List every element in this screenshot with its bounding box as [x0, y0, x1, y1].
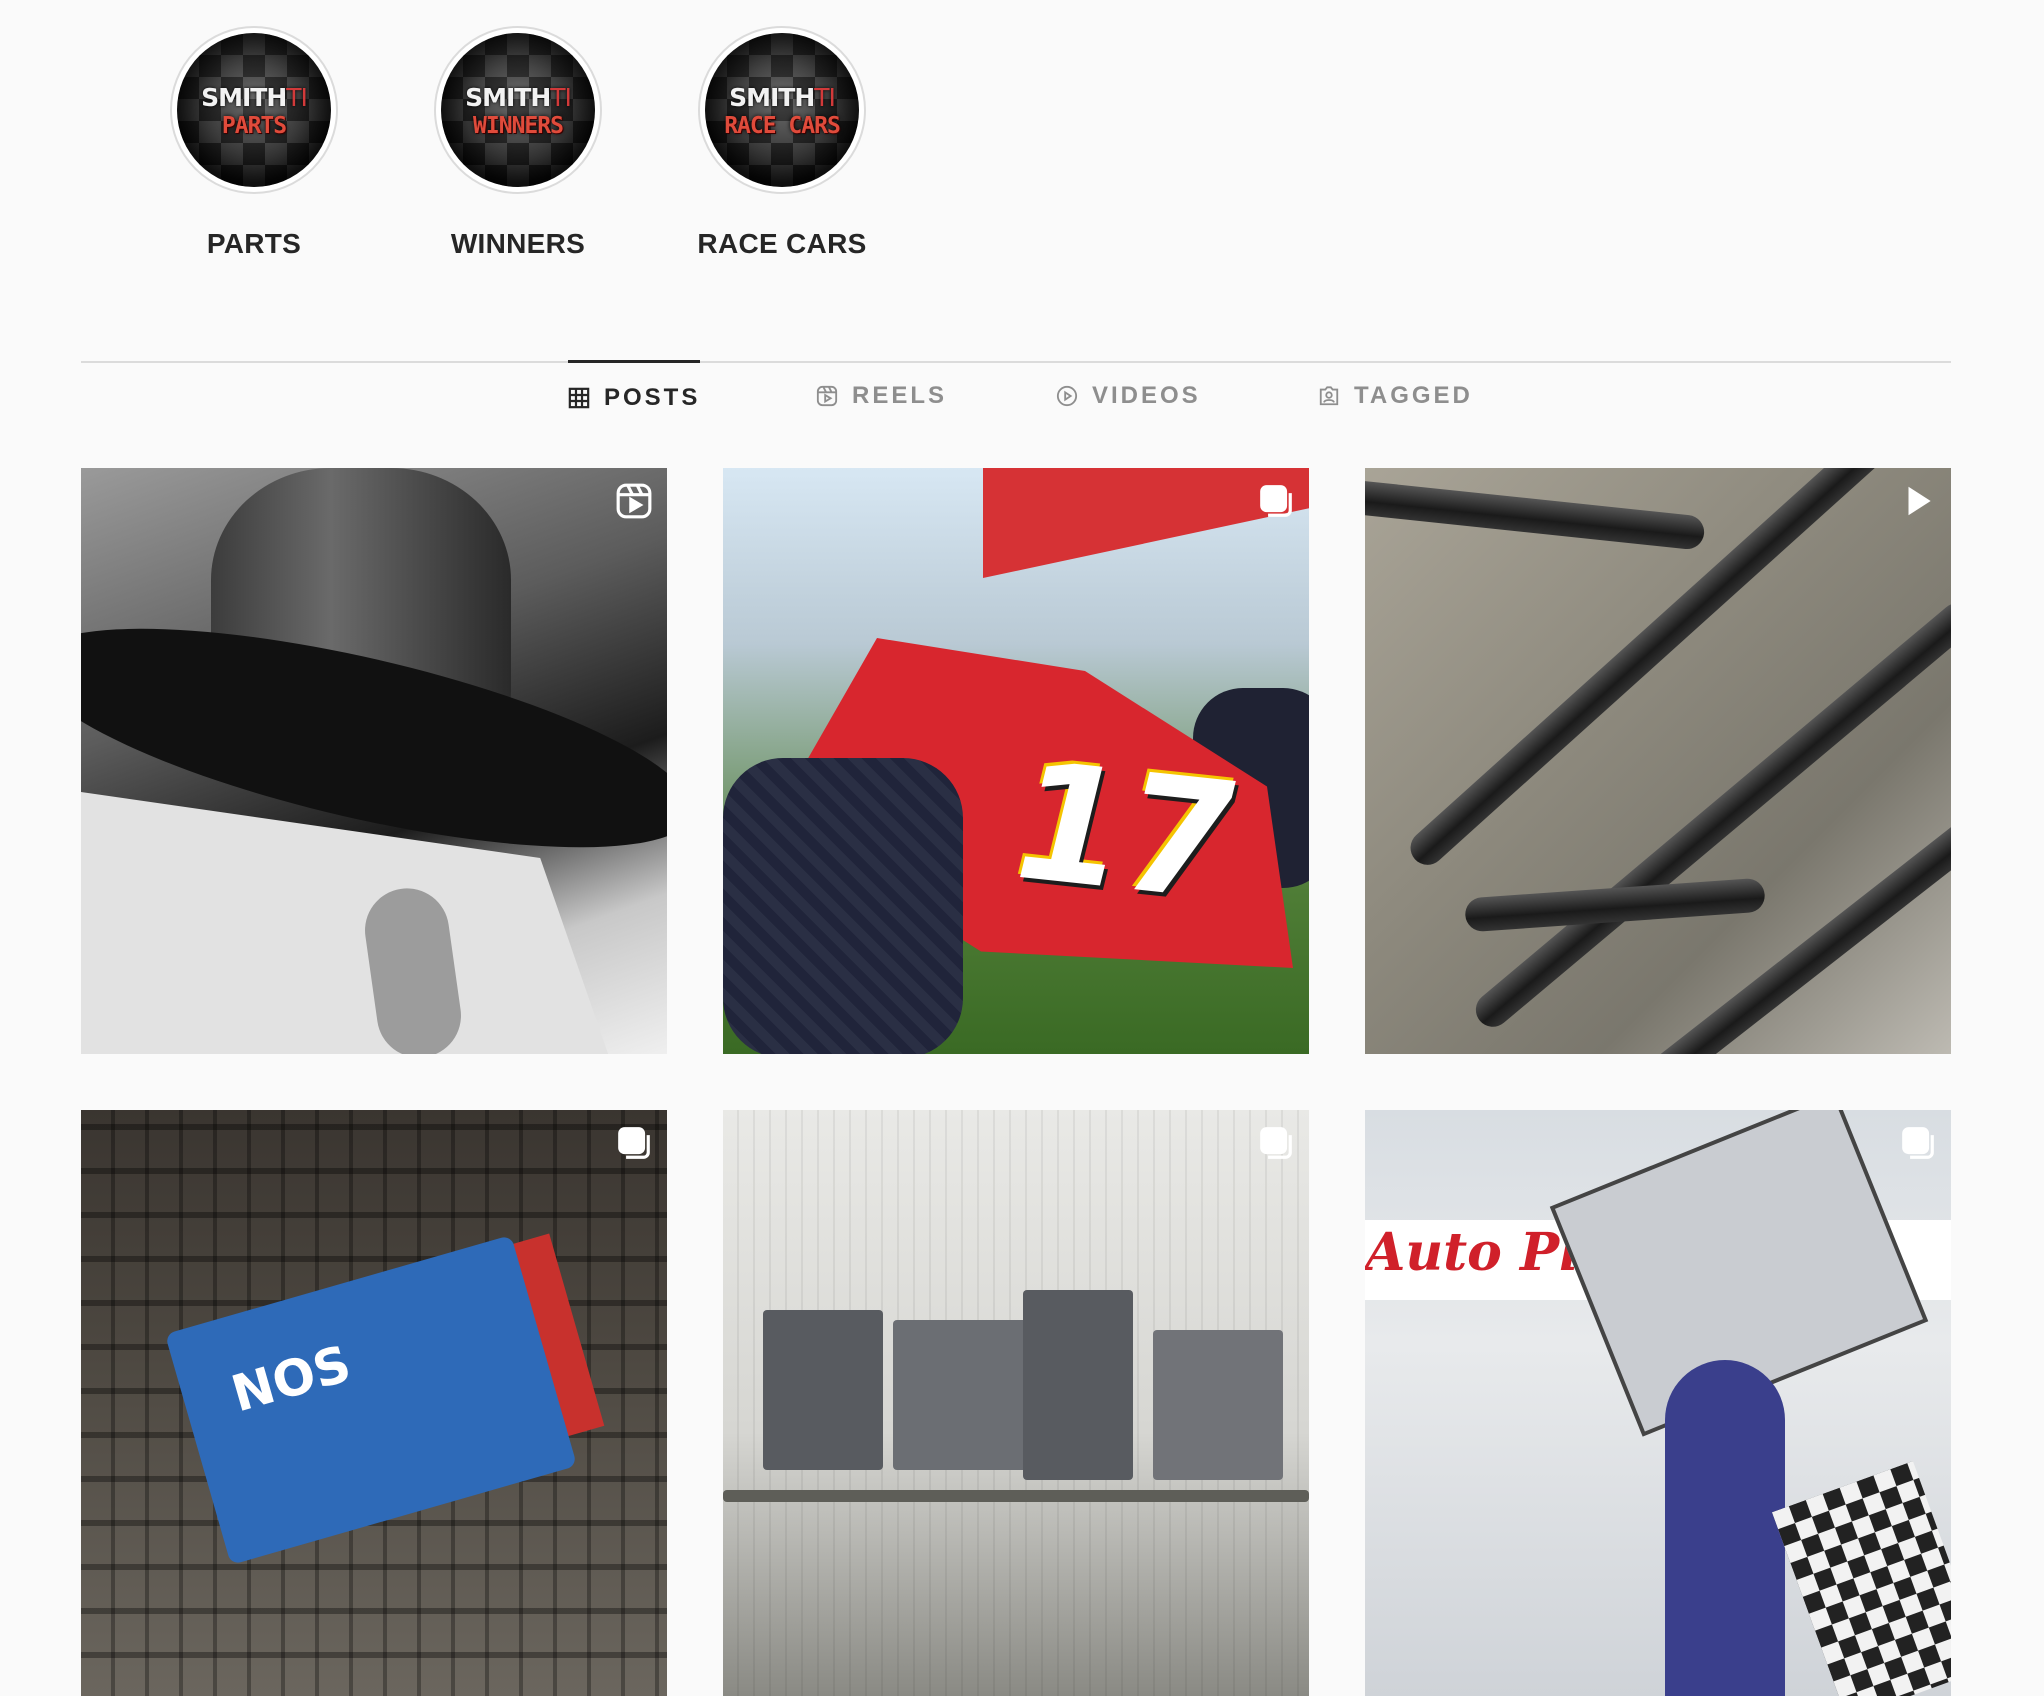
post-tile[interactable]: 17	[723, 468, 1309, 1054]
tab-videos[interactable]: VIDEOS	[1056, 361, 1201, 431]
tab-reels[interactable]: REELS	[816, 361, 947, 431]
carousel-icon	[618, 1127, 650, 1159]
highlight-ring: SMITHTI WINNERS	[434, 26, 602, 194]
highlight-winners[interactable]: SMITHTI WINNERS WINNERS	[398, 26, 638, 260]
tagged-person-icon	[1319, 386, 1339, 406]
tab-tagged[interactable]: TAGGED	[1318, 361, 1473, 431]
post-tile[interactable]	[723, 1110, 1309, 1696]
post-tile[interactable]: NOS	[81, 1110, 667, 1696]
highlight-parts[interactable]: SMITHTI PARTS PARTS	[134, 26, 374, 260]
highlight-label: WINNERS	[450, 228, 586, 259]
highlight-label: PARTS	[206, 228, 302, 259]
grid-icon	[568, 387, 590, 409]
highlight-cover-logo: SMITHTI WINNERS	[441, 33, 595, 187]
highlight-ring: SMITHTI PARTS	[170, 26, 338, 194]
highlight-label: RACE CARS	[697, 228, 867, 259]
highlight-race-cars[interactable]: SMITHTI RACE CARS RACE CARS	[662, 26, 902, 260]
tab-label: REELS	[852, 382, 948, 409]
tab-label: POSTS	[604, 384, 701, 411]
reels-icon	[816, 385, 838, 407]
car-number: 17	[992, 726, 1257, 937]
tab-label: VIDEOS	[1092, 382, 1201, 409]
video-play-icon	[1908, 486, 1931, 516]
carousel-icon	[1902, 1127, 1934, 1159]
post-tile[interactable]: Auto Pla	[1365, 1110, 1951, 1696]
tab-label: TAGGED	[1354, 382, 1473, 409]
post-tile[interactable]	[1365, 468, 1951, 1054]
carousel-icon	[1260, 1127, 1292, 1159]
highlight-ring: SMITHTI RACE CARS	[698, 26, 866, 194]
tabs-divider	[81, 361, 1951, 363]
reel-icon	[616, 483, 652, 519]
carousel-icon	[1260, 485, 1292, 517]
tab-posts[interactable]: POSTS	[568, 360, 701, 433]
story-highlights: SMITHTI PARTS PARTS SMITHTI WINNERS WINN…	[0, 0, 2044, 260]
highlight-cover-logo: SMITHTI RACE CARS	[705, 33, 859, 187]
post-tile[interactable]	[81, 468, 667, 1054]
play-circle-icon	[1056, 385, 1078, 407]
highlight-cover-logo: SMITHTI PARTS	[177, 33, 331, 187]
